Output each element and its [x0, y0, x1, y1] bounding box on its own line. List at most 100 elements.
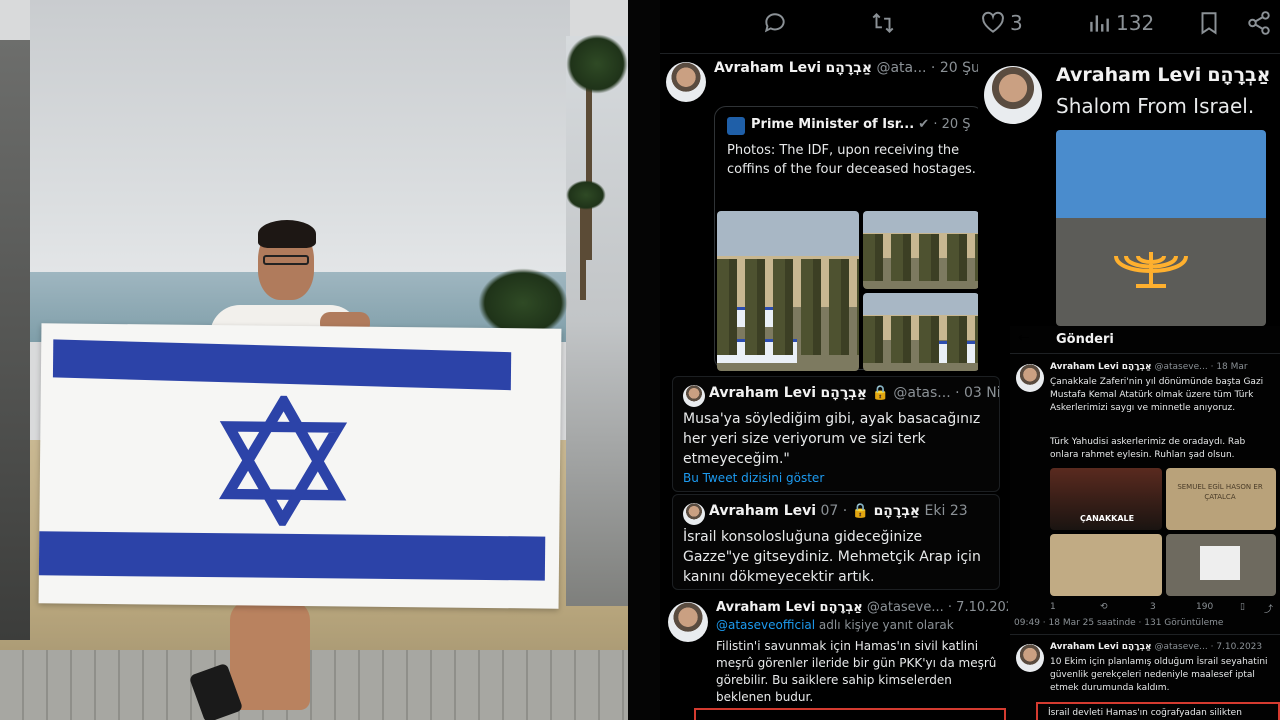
- share-icon[interactable]: ⤴: [1264, 602, 1273, 615]
- composite-image: 3 132 Avraham Levi אַבְרָהָם @ata... · 2…: [0, 0, 1280, 720]
- share-icon: [1248, 11, 1270, 35]
- tweet-hamas[interactable]: Avraham Levi אַבְרָהָם @ataseve... · 7.1…: [662, 594, 1008, 720]
- author-hebrew-name: אַבְרָהָם: [819, 600, 863, 615]
- back-arrow-icon[interactable]: ←: [1018, 330, 1030, 346]
- tweet-text: Musa'ya söylediğim gibi, ayak basacağını…: [683, 411, 981, 467]
- flag-top-stripe: [52, 339, 512, 391]
- author-hebrew-name: אַבְרָהָם: [820, 385, 868, 401]
- retweet-icon: [872, 12, 894, 34]
- menorah-photo[interactable]: [1056, 130, 1266, 326]
- flag-photo: [0, 0, 628, 720]
- tweet-header: Avraham Levi אַבְרָהָם @ataseve... · 7.1…: [716, 600, 1008, 615]
- coffin: [717, 339, 797, 363]
- tweet-header: Avraham Levi אַבְרָהָם @ataseve... · 7.1…: [1050, 642, 1262, 652]
- tweet-text-1: Çanakkale Zaferi'nin yıl dönümünde başta…: [1050, 377, 1264, 413]
- author-handle: @ata...: [876, 60, 927, 76]
- coffin: [927, 341, 978, 363]
- views-count[interactable]: 190: [1196, 602, 1213, 612]
- canakkale-label: ÇANAKKALE: [1080, 514, 1135, 523]
- tweet-action-bar: 3 132: [660, 0, 1280, 54]
- author-hebrew-name: אַבְרָהָם: [873, 503, 921, 519]
- share-button[interactable]: [1246, 10, 1272, 36]
- tweet-date: · 03 Nis: [955, 385, 999, 401]
- shalom-header: Avraham Levi אַבְרָהָם: [1056, 64, 1270, 86]
- coffin: [717, 307, 777, 327]
- tweet-konsolosluk[interactable]: Avraham Levi אַבְרָהָם 🔒 · 07 Eki 23 İsr…: [672, 494, 1000, 590]
- man-legs: [230, 600, 310, 710]
- tweet-text-2: Türk Yahudisi askerlerimiz de oradaydı. …: [1050, 437, 1246, 460]
- show-thread-link[interactable]: Bu Tweet dizisini göster: [683, 471, 824, 485]
- plaque-image-1[interactable]: SEMUEL EGİL HASON ER ÇATALCA: [1166, 468, 1276, 530]
- photo-soldier-closeup[interactable]: [863, 293, 978, 371]
- right-photo-strip: [566, 36, 628, 606]
- photo-soldiers-line[interactable]: [863, 211, 978, 289]
- views-icon: [1090, 15, 1109, 32]
- plaque-image-2[interactable]: [1050, 534, 1162, 596]
- gonderi-header: ← Gönderi: [1010, 326, 1280, 354]
- gonderi-title: Gönderi: [1056, 332, 1114, 347]
- bookmark-button[interactable]: [1196, 10, 1222, 36]
- tweet-text: 10 Ekim için planlamış olduğum İsrail se…: [1050, 657, 1268, 693]
- flag-bottom-stripe: [38, 531, 546, 581]
- author-handle: @ataseve...: [1154, 362, 1208, 372]
- plaque-text: SEMUEL EGİL HASON ER ÇATALCA: [1177, 483, 1263, 501]
- separator: [1010, 634, 1280, 635]
- author-name: Avraham Levi: [709, 503, 817, 519]
- shalom-tweet[interactable]: Avraham Levi אַבְרָהָם Shalom From Israe…: [980, 56, 1280, 326]
- man-hair: [258, 220, 316, 248]
- like-count[interactable]: 3: [1150, 602, 1156, 612]
- bookmark-icon: [1201, 12, 1217, 35]
- avatar: [668, 602, 708, 642]
- retweet-icon[interactable]: ⟲: [1100, 602, 1108, 612]
- author-name: Avraham Levi: [1056, 64, 1202, 86]
- author-handle: @atas...: [893, 385, 951, 401]
- tweet-header: Avraham Levi אַבְרָהָם @ata... · 20 Şu: [714, 60, 978, 76]
- canakkale-image[interactable]: ÇANAKKALE: [1050, 468, 1162, 530]
- red-highlight-box: İsrail devleti Hamas'ın coğrafyadan sili…: [1036, 702, 1280, 720]
- paper-note: [1200, 546, 1240, 580]
- author-hebrew-name: אַבְרָהָם: [1207, 64, 1271, 86]
- tweet-date: · 7.10.2023: [947, 600, 1008, 615]
- lock-icon: 🔒: [871, 385, 889, 401]
- avatar: [1016, 644, 1044, 672]
- divider: [628, 0, 660, 720]
- views-button[interactable]: 132: [1086, 10, 1154, 36]
- author-handle: @ataseve...: [1154, 642, 1208, 652]
- heart-icon: [982, 11, 1004, 33]
- tweet-meta: 09:49 · 18 Mar 25 saatinde · 131 Görüntü…: [1014, 618, 1224, 628]
- tweet-date: · 18 Mar: [1210, 362, 1248, 372]
- tweet-header: Avraham Levi אַבְרָהָם 🔒 · 07 Eki 23: [709, 503, 968, 519]
- quoted-tweet[interactable]: Prime Minister of Isr... ✔ · 20 Ş Photos…: [714, 106, 978, 371]
- gonderi-panel: ← Gönderi Avraham Levi אַבְרָהָם @atasev…: [1010, 326, 1280, 720]
- retweet-button[interactable]: [870, 10, 900, 36]
- avatar: [984, 66, 1042, 124]
- reply-button[interactable]: [762, 10, 792, 36]
- bookmark-icon[interactable]: ▯: [1240, 602, 1245, 612]
- avatar: [683, 385, 705, 407]
- reply-icon: [764, 13, 785, 33]
- plaque-image-3[interactable]: [1166, 534, 1276, 596]
- star-of-david-icon: [218, 395, 348, 527]
- palm-leaves: [566, 180, 606, 210]
- tweet-musa[interactable]: Avraham Levi אַבְרָהָם 🔒 @atas... · 03 N…: [672, 376, 1000, 492]
- tweet-date: · 7.10.2023: [1210, 642, 1263, 652]
- avatar: [683, 503, 705, 525]
- like-button[interactable]: 3: [980, 10, 1023, 36]
- tweet-quote-card[interactable]: Avraham Levi אַבְרָהָם @ata... · 20 Şu 😔…: [660, 56, 978, 374]
- red-highlight-box: [694, 708, 1006, 720]
- quoted-date: · 20 Ş: [933, 117, 971, 132]
- author-handle: @ataseve...: [866, 600, 944, 615]
- reply-to-handle[interactable]: @ataseveofficial: [716, 618, 815, 632]
- highlighted-text: İsrail devleti Hamas'ın coğrafyadan sili…: [1048, 708, 1242, 718]
- like-count: 3: [1010, 11, 1023, 35]
- author-hebrew-name: אַבְרָהָם: [1121, 642, 1152, 652]
- author-name: Avraham Levi: [714, 60, 822, 76]
- pavement: [0, 650, 628, 720]
- reply-count[interactable]: 1: [1050, 602, 1056, 612]
- menorah-icon: [1114, 252, 1188, 288]
- lock-icon: 🔒: [851, 503, 870, 519]
- quoted-text: Photos: The IDF, upon receiving the coff…: [727, 143, 976, 177]
- photo-soldiers-coffins[interactable]: [717, 211, 859, 371]
- reply-suffix: adlı kişiye yanıt olarak: [818, 618, 954, 632]
- quoted-author: Prime Minister of Isr...: [751, 117, 915, 132]
